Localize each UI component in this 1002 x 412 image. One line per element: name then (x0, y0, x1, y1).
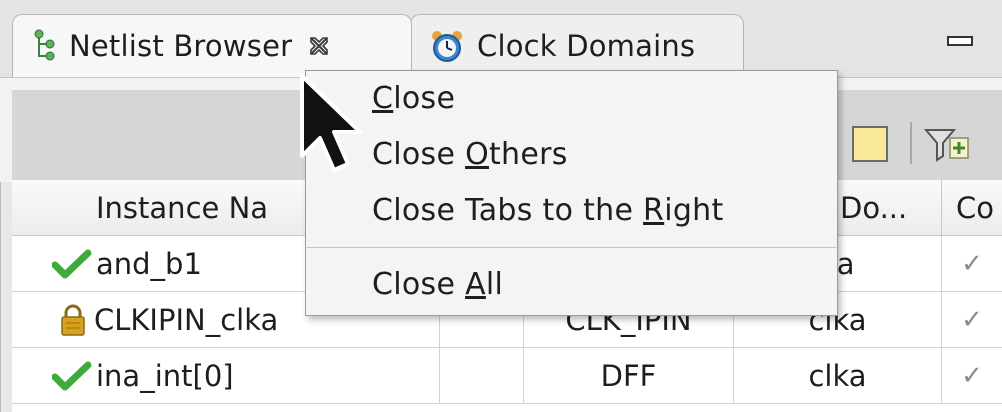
menu-mnemonic: A (465, 267, 486, 302)
menu-mnemonic: R (643, 193, 665, 228)
small-check-icon: ✓ (961, 361, 983, 391)
table-cell (440, 348, 524, 404)
column-header-label: Co (956, 190, 994, 225)
tab-context-menu: Close Close Others Close Tabs to the Rig… (305, 70, 838, 316)
mouse-cursor-icon (300, 74, 362, 172)
instance-name-cell: ina_int[0] (12, 348, 440, 404)
menu-separator (307, 247, 836, 248)
small-check-icon: ✓ (961, 249, 983, 279)
check-icon (52, 361, 92, 391)
instance-name: and_b1 (96, 247, 202, 281)
toolbar-separator (910, 122, 912, 164)
minimize-icon[interactable] (946, 34, 974, 48)
menu-item-text: thers (488, 137, 568, 172)
close-tab-icon[interactable] (308, 35, 330, 57)
column-header-co[interactable]: Co (942, 180, 1002, 236)
co-cell: ✓ (942, 348, 1002, 404)
type-cell: DFF (524, 348, 734, 404)
highlight-button[interactable] (852, 126, 888, 162)
table-row[interactable]: ina_int[0] DFF clka ✓ (12, 348, 1002, 404)
column-header-label: Do... (840, 190, 908, 225)
small-check-icon: ✓ (961, 305, 983, 335)
menu-item-text: lose (393, 81, 456, 116)
filter-add-icon[interactable] (924, 124, 972, 164)
domain-cell: clka (734, 348, 942, 404)
instance-name: CLKIPIN_clka (94, 303, 279, 337)
menu-item-text: Close (372, 137, 466, 172)
netlist-tree-icon (34, 29, 55, 61)
clock-domain: clka (808, 359, 867, 393)
menu-item-text: ll (485, 267, 504, 302)
menu-item-close-all[interactable]: Close All (372, 267, 503, 302)
menu-mnemonic: C (372, 81, 394, 116)
instance-type: DFF (600, 359, 657, 393)
co-cell: ✓ (942, 236, 1002, 292)
menu-item-text: ight (664, 193, 724, 228)
menu-mnemonic: O (465, 137, 489, 172)
menu-item-text: Close Tabs to the (372, 193, 644, 228)
menu-item-close-tabs-right[interactable]: Close Tabs to the Right (372, 193, 724, 228)
tab-label: Clock Domains (477, 29, 696, 63)
menu-item-close[interactable]: Close (372, 81, 455, 116)
column-header-label: Instance Na (96, 190, 269, 225)
menu-item-text: Close (372, 267, 466, 302)
menu-item-close-others[interactable]: Close Others (372, 137, 568, 172)
tab-clock-domains[interactable]: Clock Domains (410, 14, 744, 77)
alarm-clock-icon (432, 31, 462, 62)
instance-name: ina_int[0] (96, 359, 234, 393)
check-icon (52, 249, 92, 279)
lock-icon (61, 304, 85, 336)
tab-netlist-browser[interactable]: Netlist Browser (12, 14, 412, 77)
tab-label: Netlist Browser (69, 29, 293, 63)
co-cell: ✓ (942, 292, 1002, 348)
